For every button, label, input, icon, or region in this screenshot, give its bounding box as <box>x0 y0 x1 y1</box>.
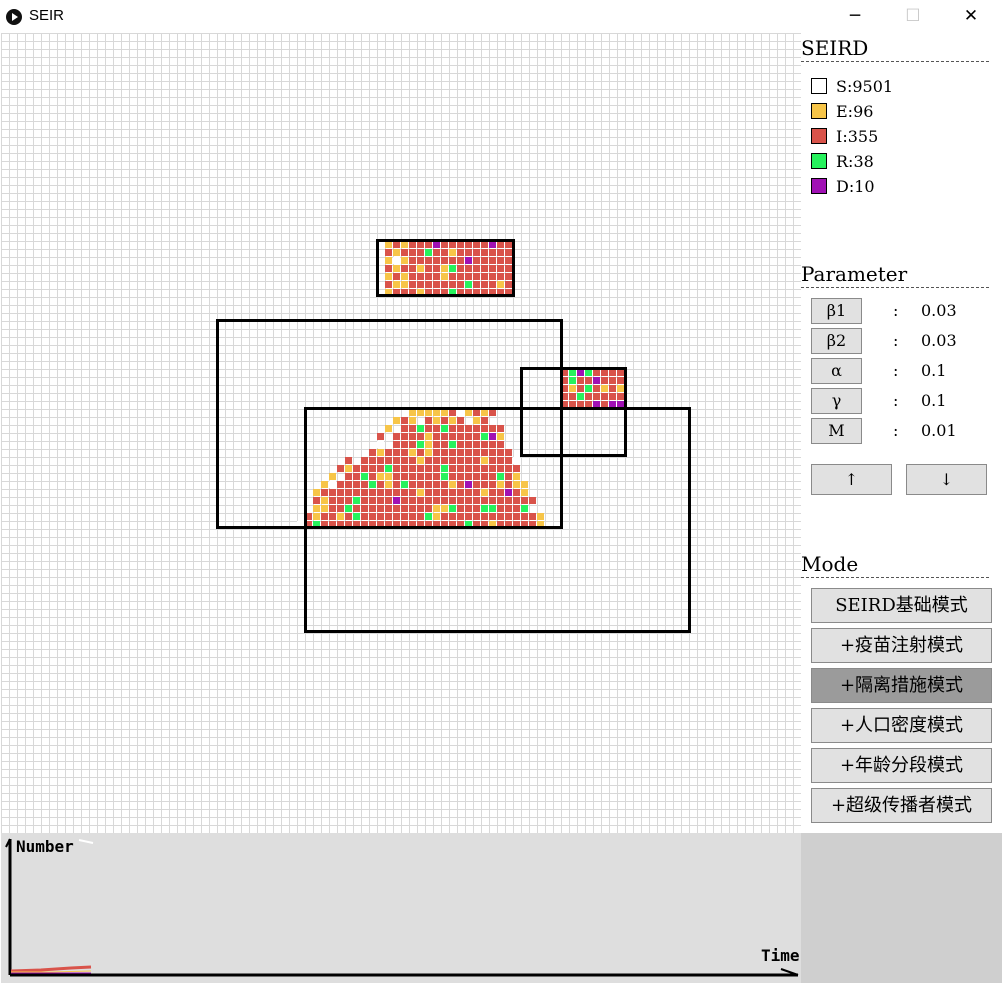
legend-label: I:355 <box>836 127 879 146</box>
param-value: 0.01 <box>921 421 957 440</box>
minimize-button[interactable]: ─ <box>826 0 884 33</box>
param-value: 0.1 <box>921 391 947 410</box>
legend-item-i: I:355 <box>811 127 878 147</box>
increase-button[interactable]: ↑ <box>811 464 892 495</box>
legend-label: R:38 <box>836 152 874 171</box>
legend-item-d: D:10 <box>811 177 875 197</box>
mode-button[interactable]: +人口密度模式 <box>811 708 992 743</box>
axis-gap <box>78 839 94 844</box>
x-axis-label: Time <box>761 946 800 965</box>
param-button[interactable]: γ <box>811 388 862 414</box>
seird-title: SEIRD <box>801 35 989 62</box>
legend-swatch <box>811 178 827 194</box>
simulation-grid[interactable] <box>1 33 801 833</box>
mode-button[interactable]: +超级传播者模式 <box>811 788 992 823</box>
legend-label: E:96 <box>836 102 874 121</box>
mode-button[interactable]: SEIRD基础模式 <box>811 588 992 623</box>
legend-swatch <box>811 103 827 119</box>
legend-label: S:9501 <box>836 77 894 96</box>
param-button[interactable]: β2 <box>811 328 862 354</box>
param-button[interactable]: M <box>811 418 862 444</box>
chart-axes <box>5 838 799 977</box>
legend-swatch <box>811 153 827 169</box>
quarantine-zone[interactable] <box>376 239 515 297</box>
infected-curve <box>10 965 92 973</box>
param-button[interactable]: β1 <box>811 298 862 324</box>
param-value: 0.03 <box>921 301 957 320</box>
mode-button[interactable]: +疫苗注射模式 <box>811 628 992 663</box>
param-separator: : <box>893 331 899 350</box>
legend-item-r: R:38 <box>811 152 874 172</box>
param-button[interactable]: α <box>811 358 862 384</box>
legend-swatch <box>811 128 827 144</box>
title-bar: SEIR ─ ☐ ✕ <box>0 0 1002 33</box>
y-axis-label: Number <box>16 837 74 856</box>
app-play-icon <box>6 9 22 25</box>
window-title: SEIR <box>29 7 65 24</box>
side-panel: SEIRD S:9501 E:96 I:355 R:38 D:10 Parameter … <box>801 33 1002 833</box>
param-separator: : <box>893 361 899 380</box>
legend-swatch <box>811 78 827 94</box>
mode-button[interactable]: +年龄分段模式 <box>811 748 992 783</box>
maximize-button[interactable]: ☐ <box>884 0 942 33</box>
param-value: 0.03 <box>921 331 957 350</box>
quarantine-zone[interactable] <box>304 407 691 633</box>
param-separator: : <box>893 301 899 320</box>
mode-title: Mode <box>801 551 989 578</box>
decrease-button[interactable]: ↓ <box>906 464 987 495</box>
close-button[interactable]: ✕ <box>942 0 1000 33</box>
chart-side-panel <box>801 833 1002 983</box>
param-separator: : <box>893 391 899 410</box>
mode-button[interactable]: +隔离措施模式 <box>811 668 992 703</box>
parameter-title: Parameter <box>801 261 989 288</box>
legend-label: D:10 <box>836 177 875 196</box>
legend-item-s: S:9501 <box>811 77 893 97</box>
timeline-chart: Number Time <box>1 833 801 983</box>
legend-item-e: E:96 <box>811 102 873 122</box>
param-value: 0.1 <box>921 361 947 380</box>
param-separator: : <box>893 421 899 440</box>
